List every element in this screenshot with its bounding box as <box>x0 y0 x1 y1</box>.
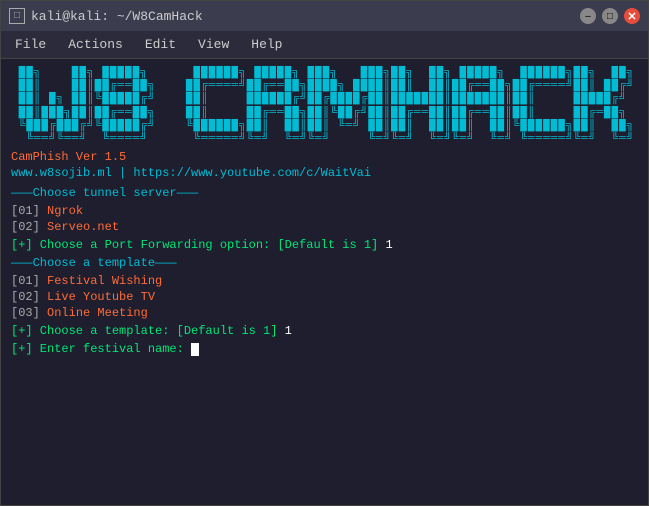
tunnel-label-2: Serveo.net <box>47 220 119 234</box>
maximize-button[interactable]: □ <box>602 8 618 24</box>
minimize-button[interactable]: – <box>580 8 596 24</box>
port-value: 1 <box>385 238 392 252</box>
template-value: 1 <box>285 324 292 338</box>
port-prompt: [+] Choose a Port Forwarding option: [De… <box>11 238 638 252</box>
terminal-content[interactable]: ██╗ ██╗ █████╗ ██████╗ █████╗ ███╗ ███╗█… <box>1 59 648 505</box>
tunnel-option-1: [01] Ngrok <box>11 204 638 218</box>
template-prompt: [+] Choose a template: [Default is 1] 1 <box>11 324 638 338</box>
website-line: www.w8sojib.ml | https://www.youtube.com… <box>11 166 638 180</box>
menu-help[interactable]: Help <box>241 35 292 54</box>
tunnel-num-1: [01] <box>11 204 47 218</box>
menu-file[interactable]: File <box>5 35 56 54</box>
template-label-1: Festival Wishing <box>47 274 162 288</box>
cursor <box>191 343 199 356</box>
tunnel-divider: ———Choose tunnel server——— <box>11 186 638 200</box>
tunnel-label-1: Ngrok <box>47 204 83 218</box>
ascii-art: ██╗ ██╗ █████╗ ██████╗ █████╗ ███╗ ███╗█… <box>11 67 638 146</box>
template-option-2: [02] Live Youtube TV <box>11 290 638 304</box>
template-prompt-text: [+] Choose a template: [Default is 1] <box>11 324 285 338</box>
title-bar-left: □ kali@kali: ~/W8CamHack <box>9 8 203 24</box>
festival-prompt: [+] Enter festival name: <box>11 342 638 356</box>
menu-bar: File Actions Edit View Help <box>1 31 648 59</box>
port-prompt-text: [+] Choose a Port Forwarding option: [De… <box>11 238 385 252</box>
version-line: CamPhish Ver 1.5 <box>11 150 638 164</box>
template-num-2: [02] <box>11 290 47 304</box>
title-bar-controls: – □ ✕ <box>580 8 640 24</box>
window-title: kali@kali: ~/W8CamHack <box>31 9 203 24</box>
menu-edit[interactable]: Edit <box>135 35 186 54</box>
template-option-1: [01] Festival Wishing <box>11 274 638 288</box>
title-bar: □ kali@kali: ~/W8CamHack – □ ✕ <box>1 1 648 31</box>
menu-view[interactable]: View <box>188 35 239 54</box>
terminal-window: □ kali@kali: ~/W8CamHack – □ ✕ File Acti… <box>0 0 649 506</box>
tunnel-num-2: [02] <box>11 220 47 234</box>
window-icon: □ <box>9 8 25 24</box>
tunnel-option-2: [02] Serveo.net <box>11 220 638 234</box>
festival-prompt-text: [+] Enter festival name: <box>11 342 191 356</box>
template-option-3: [03] Online Meeting <box>11 306 638 320</box>
template-divider: ———Choose a template——— <box>11 256 638 270</box>
template-num-3: [03] <box>11 306 47 320</box>
close-button[interactable]: ✕ <box>624 8 640 24</box>
template-label-2: Live Youtube TV <box>47 290 155 304</box>
template-label-3: Online Meeting <box>47 306 148 320</box>
template-num-1: [01] <box>11 274 47 288</box>
menu-actions[interactable]: Actions <box>58 35 133 54</box>
